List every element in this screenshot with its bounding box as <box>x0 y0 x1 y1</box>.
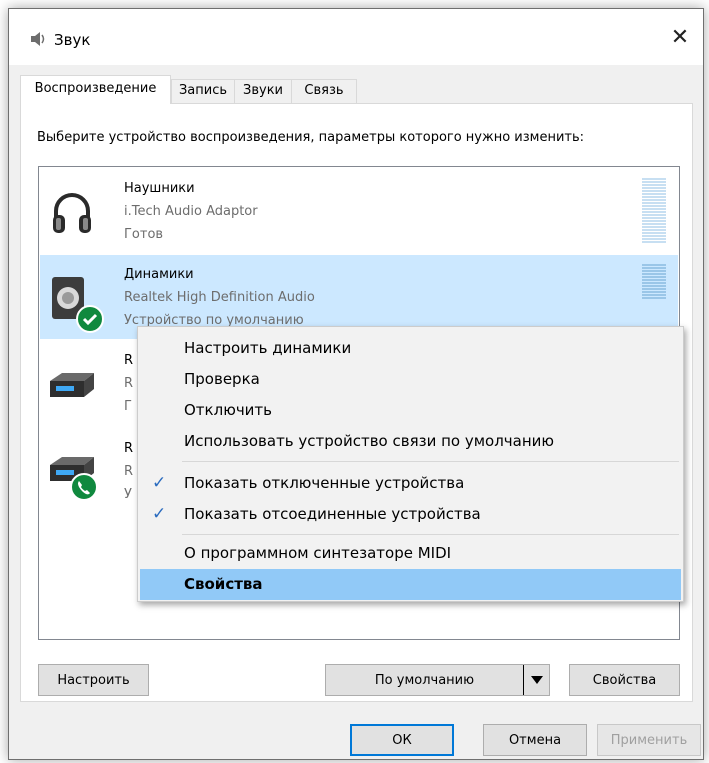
device-item-headphones[interactable]: Наушники i.Tech Audio Adaptor Готов <box>40 169 678 253</box>
ok-button[interactable]: ОК <box>350 724 454 756</box>
volume-meter <box>642 264 666 330</box>
close-button[interactable]: ✕ <box>657 9 703 65</box>
chevron-down-icon <box>530 676 543 684</box>
device-status: У <box>124 487 132 502</box>
device-description: i.Tech Audio Adaptor <box>124 204 258 219</box>
menu-item-label: Показать отключенные устройства <box>184 474 465 492</box>
menu-item-label: Показать отсоединенные устройства <box>184 505 481 523</box>
menu-separator <box>182 534 679 535</box>
checkmark-icon: ✓ <box>152 504 167 524</box>
menu-item-default-communication[interactable]: Использовать устройство связи по умолчан… <box>140 426 681 457</box>
context-menu: Настроить динамики Проверка Отключить Ис… <box>137 326 684 602</box>
menu-item-label: О программном синтезаторе MIDI <box>184 544 452 562</box>
display-device-icon <box>50 373 94 397</box>
menu-item-label: Настроить динамики <box>184 339 352 357</box>
tab-label: Связь <box>304 83 344 98</box>
tab-label: Звуки <box>243 83 283 98</box>
window-title: Звук <box>54 31 91 49</box>
device-name: Наушники <box>124 181 195 196</box>
title-bar[interactable]: Звук ✕ <box>9 9 703 65</box>
device-name: R <box>124 353 134 368</box>
menu-item-label: Использовать устройство связи по умолчан… <box>184 432 555 450</box>
set-default-split-button[interactable]: По умолчанию <box>325 664 550 696</box>
menu-item-show-disabled[interactable]: ✓ Показать отключенные устройства <box>140 468 681 499</box>
phone-badge-icon <box>70 473 98 501</box>
menu-item-test[interactable]: Проверка <box>140 364 681 395</box>
set-default-dropdown[interactable] <box>523 665 549 695</box>
set-default-label: По умолчанию <box>374 672 475 688</box>
menu-item-label: Свойства <box>184 575 263 593</box>
close-icon: ✕ <box>670 24 690 50</box>
device-description: Realtek High Definition Audio <box>124 290 315 305</box>
cancel-label: Отмена <box>508 732 562 748</box>
speaker-icon <box>31 32 45 46</box>
tab-playback[interactable]: Воспроизведение <box>20 75 171 104</box>
device-status: Готов <box>124 227 164 242</box>
menu-item-show-disconnected[interactable]: ✓ Показать отсоединенные устройства <box>140 499 681 530</box>
menu-item-configure-speakers[interactable]: Настроить динамики <box>140 333 681 364</box>
tab-sounds[interactable]: Звуки <box>234 79 292 103</box>
device-description: R <box>124 376 134 391</box>
instruction-text: Выберите устройство воспроизведения, пар… <box>37 130 585 145</box>
device-description: R <box>124 464 134 479</box>
device-status: Г <box>124 399 132 414</box>
menu-separator <box>182 461 679 462</box>
headphones-icon <box>53 193 91 233</box>
cancel-button[interactable]: Отмена <box>483 724 587 756</box>
apply-label: Применить <box>610 732 688 748</box>
menu-item-midi-synth[interactable]: О программном синтезаторе MIDI <box>140 538 681 569</box>
tab-label: Воспроизведение <box>34 81 157 96</box>
menu-item-label: Отключить <box>184 401 273 419</box>
menu-item-properties[interactable]: Свойства <box>140 569 681 600</box>
configure-button[interactable]: Настроить <box>38 664 149 696</box>
tab-label: Запись <box>178 83 228 98</box>
configure-label: Настроить <box>57 672 130 688</box>
checkmark-icon: ✓ <box>152 473 167 493</box>
ok-label: ОК <box>392 732 412 748</box>
properties-label: Свойства <box>592 672 657 688</box>
menu-item-disable[interactable]: Отключить <box>140 395 681 426</box>
device-name: R <box>124 441 134 456</box>
tab-communications[interactable]: Связь <box>291 79 357 103</box>
menu-item-label: Проверка <box>184 370 260 388</box>
tab-recording[interactable]: Запись <box>171 79 235 103</box>
default-check-badge-icon <box>76 305 104 333</box>
device-name: Динамики <box>124 267 194 282</box>
volume-meter <box>642 178 666 244</box>
apply-button[interactable]: Применить <box>597 724 701 756</box>
properties-button[interactable]: Свойства <box>569 664 680 696</box>
